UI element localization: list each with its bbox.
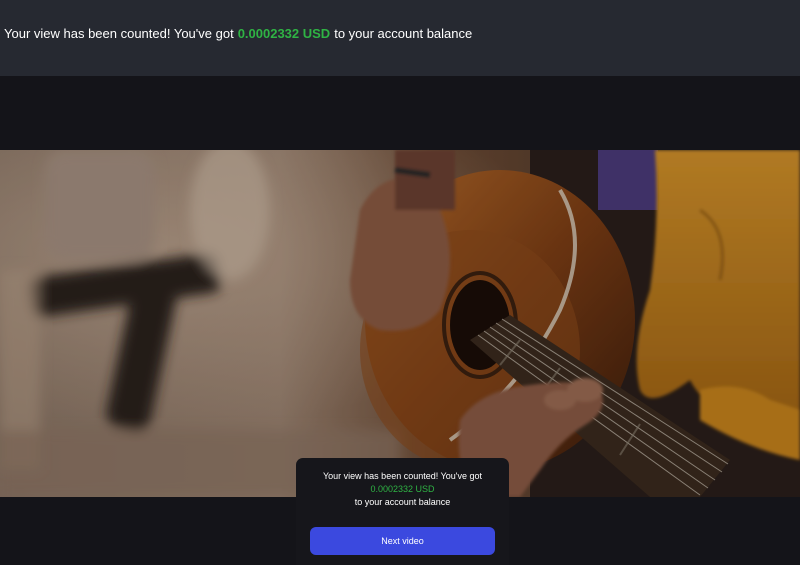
popup-line-1: Your view has been counted! You've got <box>322 471 482 481</box>
video-letterbox-top <box>0 76 800 150</box>
banner-amount: 0.0002332 USD <box>237 25 331 41</box>
page: Your view has been counted! You've got 0… <box>0 0 800 565</box>
banner-text-after: to your account balance <box>334 25 473 41</box>
reward-banner: Your view has been counted! You've got 0… <box>0 0 800 76</box>
popup-line-3: to your account balance <box>354 497 451 507</box>
banner-text-before: Your view has been counted! You've got <box>4 25 234 41</box>
video-still-image <box>0 150 800 497</box>
reward-popup: Your view has been counted! You've got 0… <box>296 458 509 565</box>
next-video-button[interactable]: Next video <box>310 527 495 555</box>
popup-amount: 0.0002332 USD <box>370 484 435 494</box>
video-player[interactable] <box>0 150 800 497</box>
